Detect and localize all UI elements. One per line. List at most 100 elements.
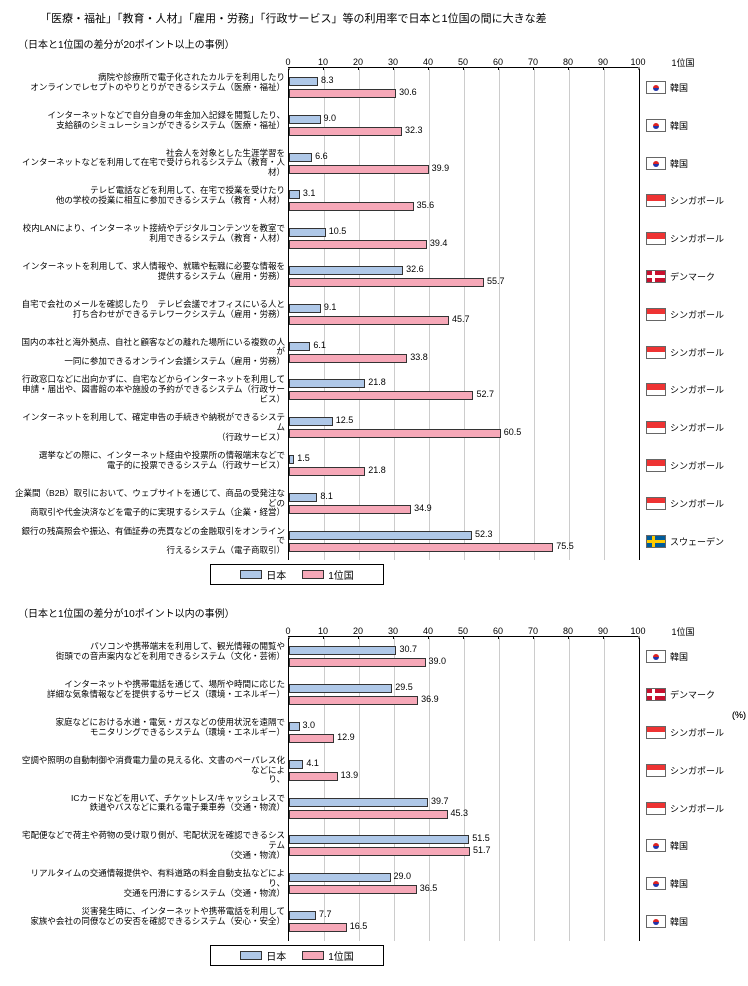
- chart-block: （日本と1位国の差分が20ポイント以上の事例）(%)01020304050607…: [10, 36, 740, 585]
- value-top-country: 36.9: [421, 694, 439, 704]
- value-top-country: 32.3: [405, 125, 423, 135]
- value-top-country: 13.9: [341, 770, 359, 780]
- value-japan: 8.3: [321, 75, 334, 85]
- swatch-top-icon: [302, 570, 324, 579]
- bar-japan: [289, 684, 392, 693]
- bar-top-country: [289, 810, 448, 819]
- value-top-country: 21.8: [368, 465, 386, 475]
- value-top-country: 55.7: [487, 276, 505, 286]
- legend: 日本1位国: [210, 564, 384, 585]
- value-top-country: 39.0: [429, 656, 447, 666]
- bar-japan: [289, 153, 312, 162]
- row-label: 行政窓口などに出向かずに、自宅などからインターネットを利用して 申請・届出や、図…: [15, 375, 285, 404]
- bar-japan: [289, 835, 469, 844]
- bar-japan: [289, 722, 300, 731]
- value-japan: 21.8: [368, 377, 386, 387]
- top-country-cell: シンガポール: [646, 726, 724, 739]
- row-label: 企業間（B2B）取引において、ウェブサイトを通じて、商品の受発注などの 商取引や…: [15, 489, 285, 518]
- bar-top-country: [289, 354, 407, 363]
- bar-japan: [289, 266, 403, 275]
- country-name: シンガポール: [670, 497, 724, 510]
- top-country-cell: デンマーク: [646, 688, 715, 701]
- bar-top-country: [289, 202, 414, 211]
- flag-dk-icon: [646, 688, 666, 701]
- value-japan: 6.6: [315, 151, 328, 161]
- legend-top: 1位国: [302, 567, 354, 582]
- value-top-country: 45.3: [451, 808, 469, 818]
- legend-top: 1位国: [302, 948, 354, 963]
- top-country-cell: 韓国: [646, 877, 688, 890]
- value-top-country: 33.8: [410, 352, 428, 362]
- bar-top-country: [289, 467, 365, 476]
- country-name: シンガポール: [670, 764, 724, 777]
- flag-dk-icon: [646, 270, 666, 283]
- country-name: シンガポール: [670, 308, 724, 321]
- flag-sg-icon: [646, 232, 666, 245]
- bar-top-country: [289, 316, 449, 325]
- country-name: デンマーク: [670, 270, 715, 283]
- row-label: 災害発生時に、インターネットや携帯電話を利用して 家族や会社の同僚などの安否を確…: [15, 907, 285, 927]
- row-label: 選挙などの際に、インターネット経由や投票所の情報端末などで 電子的に投票できるシ…: [15, 451, 285, 471]
- value-japan: 3.0: [303, 720, 316, 730]
- bar-top-country: [289, 923, 347, 932]
- x-axis: 0102030405060708090100: [288, 55, 638, 68]
- flag-sg-icon: [646, 383, 666, 396]
- top-country-cell: シンガポール: [646, 497, 724, 510]
- legend: 日本 1位国: [210, 945, 384, 966]
- value-japan: 9.1: [324, 302, 337, 312]
- swatch-top-icon: [302, 951, 324, 960]
- country-name: シンガポール: [670, 802, 724, 815]
- row-label: インターネットなどで自分自身の年金加入記録を閲覧したり、 支給額のシミュレーショ…: [15, 111, 285, 131]
- top-country-cell: デンマーク: [646, 270, 715, 283]
- bar-top-country: [289, 240, 427, 249]
- country-name: 韓国: [670, 650, 688, 663]
- bar-top-country: [289, 772, 338, 781]
- value-top-country: 39.4: [430, 238, 448, 248]
- value-top-country: 60.5: [504, 427, 522, 437]
- flag-sg-icon: [646, 459, 666, 472]
- legend-japan: 日本: [240, 948, 286, 963]
- bar-japan: [289, 646, 396, 655]
- row-label: 病院や診療所で電子化されたカルテを利用したり オンラインでレセプトのやりとりがで…: [15, 73, 285, 93]
- row-label: インターネットを利用して、求人情報や、就職や転職に必要な情報を 提供するシステム…: [15, 262, 285, 282]
- value-top-country: 35.6: [417, 200, 435, 210]
- flag-sg-icon: [646, 726, 666, 739]
- country-name: 韓国: [670, 839, 688, 852]
- bar-japan: [289, 493, 317, 502]
- top-country-cell: 韓国: [646, 915, 688, 928]
- bar-japan: [289, 760, 303, 769]
- bar-top-country: [289, 165, 429, 174]
- flag-sg-icon: [646, 308, 666, 321]
- chart-subtitle: （日本と1位国の差分が20ポイント以上の事例）: [18, 36, 740, 51]
- value-top-country: 52.7: [476, 389, 494, 399]
- top-country-cell: シンガポール: [646, 232, 724, 245]
- bar-top-country: [289, 885, 417, 894]
- country-name: 韓国: [670, 119, 688, 132]
- top-country-cell: シンガポール: [646, 764, 724, 777]
- flag-kr-icon: [646, 915, 666, 928]
- top-country-cell: 韓国: [646, 839, 688, 852]
- flag-sg-icon: [646, 194, 666, 207]
- top-country-cell: シンガポール: [646, 383, 724, 396]
- value-top-country: 39.9: [432, 163, 450, 173]
- value-japan: 1.5: [297, 453, 310, 463]
- value-japan: 7.7: [319, 909, 332, 919]
- top-country-cell: 韓国: [646, 119, 688, 132]
- top-country-cell: シンガポール: [646, 459, 724, 472]
- flag-kr-icon: [646, 650, 666, 663]
- value-japan: 29.0: [394, 871, 412, 881]
- country-name: シンガポール: [670, 726, 724, 739]
- value-japan: 32.6: [406, 264, 424, 274]
- country-name: デンマーク: [670, 688, 715, 701]
- country-name: 韓国: [670, 915, 688, 928]
- flag-sg-icon: [646, 346, 666, 359]
- bar-japan: [289, 531, 472, 540]
- value-top-country: 30.6: [399, 87, 417, 97]
- country-name: シンガポール: [670, 346, 724, 359]
- bar-top-country: [289, 89, 396, 98]
- bar-japan: [289, 911, 316, 920]
- value-japan: 29.5: [395, 682, 413, 692]
- bar-top-country: [289, 429, 501, 438]
- flag-sg-icon: [646, 802, 666, 815]
- top-country-cell: シンガポール: [646, 421, 724, 434]
